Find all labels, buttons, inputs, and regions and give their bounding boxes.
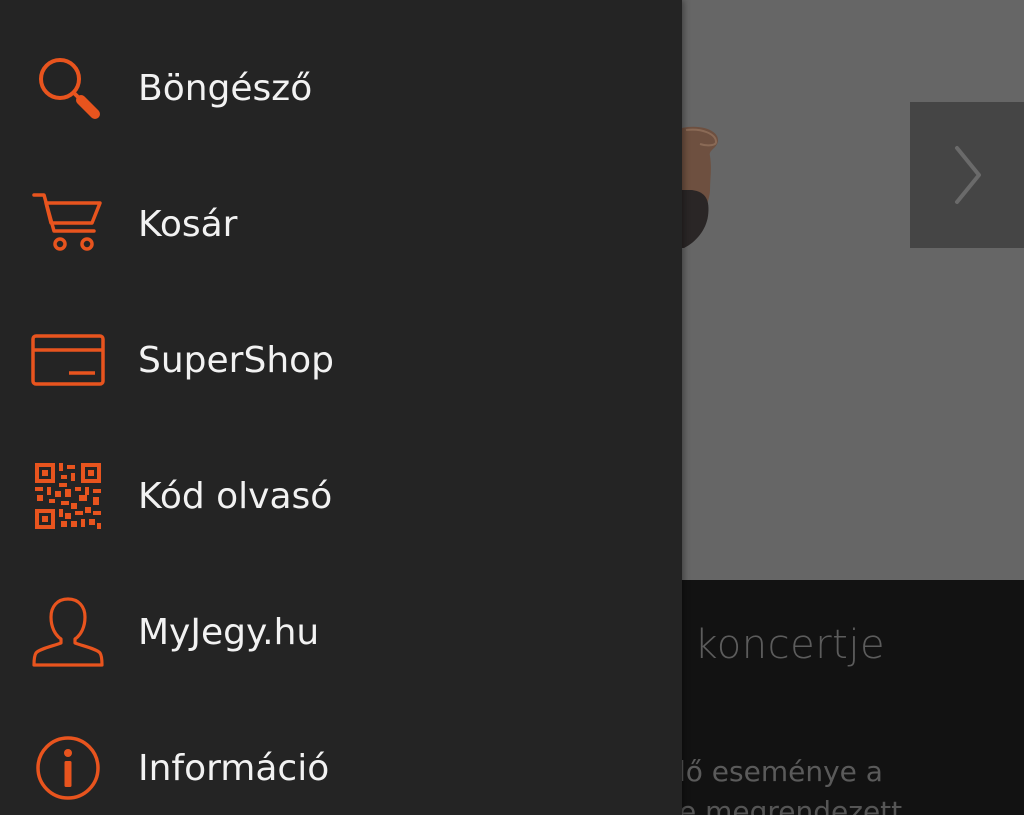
nav-item-label: SuperShop xyxy=(138,339,335,381)
card-icon xyxy=(28,320,108,400)
carousel-next-button[interactable] xyxy=(910,102,1024,248)
nav-item-cart[interactable]: Kosár xyxy=(0,164,682,284)
screen: s koncertje dő eseménye a te megrendezet… xyxy=(0,0,1024,815)
search-icon xyxy=(28,48,108,128)
nav-item-label: MyJegy.hu xyxy=(138,611,320,653)
nav-item-myjegy[interactable]: MyJegy.hu xyxy=(0,572,682,692)
nav-item-label: Böngésző xyxy=(138,67,313,109)
nav-item-information[interactable]: Információ xyxy=(0,708,682,815)
event-title: s koncertje xyxy=(660,622,886,668)
event-description-line: dő eseménye a xyxy=(668,755,883,788)
nav-item-label: Kosár xyxy=(138,203,238,245)
cart-icon xyxy=(28,184,108,264)
nav-item-label: Információ xyxy=(138,747,330,789)
nav-item-browser[interactable]: Böngésző xyxy=(0,28,682,148)
info-icon xyxy=(28,728,108,808)
qr-code-icon xyxy=(28,456,108,536)
nav-item-supershop[interactable]: SuperShop xyxy=(0,300,682,420)
navigation-drawer: Böngésző Kosár SuperShop Kód olvasó MyJe… xyxy=(0,0,682,815)
user-icon xyxy=(28,592,108,672)
nav-item-code-reader[interactable]: Kód olvasó xyxy=(0,436,682,556)
nav-item-label: Kód olvasó xyxy=(138,475,333,517)
chevron-right-icon xyxy=(955,146,981,204)
event-description-line: te megrendezett xyxy=(668,795,903,815)
